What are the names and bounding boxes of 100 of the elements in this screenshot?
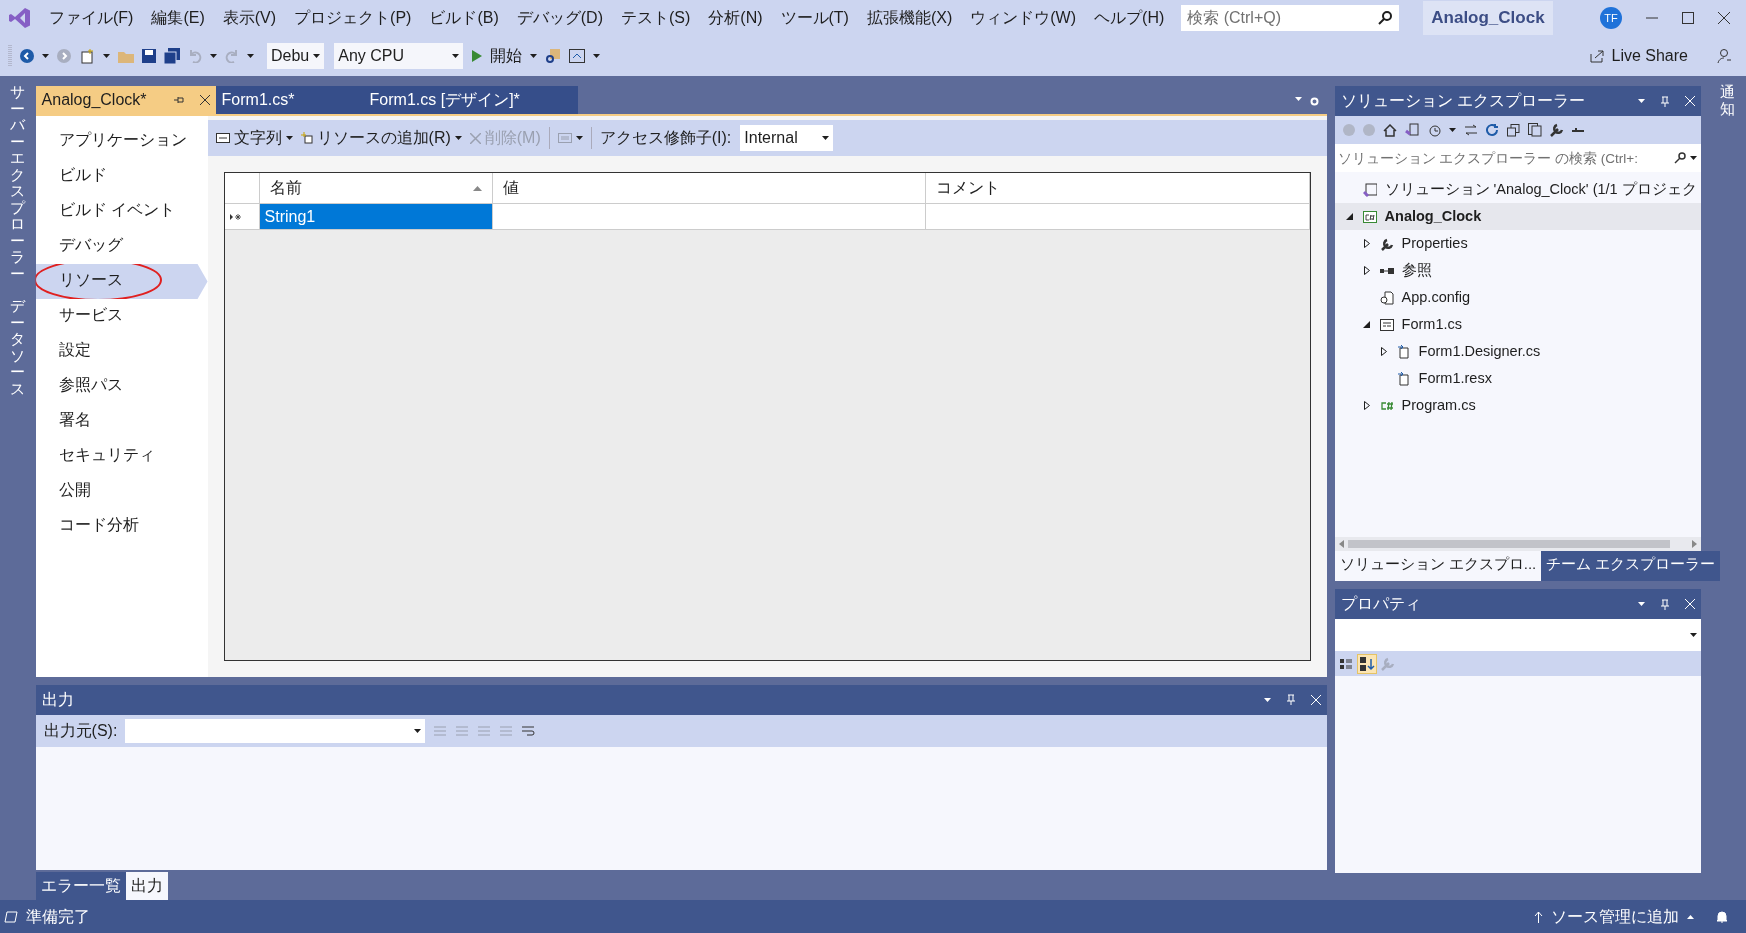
search-field[interactable]: ソリューション エクスプローラー の検索 (Ctrl+: [1334,144,1670,172]
bell-icon[interactable] [1716,909,1728,924]
dropdown-caret-icon[interactable] [42,54,49,58]
nav-item[interactable]: コード分析 [35,509,208,544]
collapse-all-icon[interactable] [1506,123,1520,137]
search-options-button[interactable] [1669,144,1701,172]
nav-item[interactable]: ビルド イベント [35,194,208,229]
panel-tab[interactable]: ソリューション エクスプロ... [1334,551,1542,581]
user-avatar[interactable]: TF [1600,7,1622,29]
menu-item[interactable]: テスト(S) [611,6,700,30]
document-tab[interactable]: Form1.cs [デザイン]* [363,86,578,114]
nav-item[interactable]: デバッグ [35,229,208,264]
nav-item[interactable]: セキュリティ [35,439,208,474]
dropdown-caret-icon[interactable] [1263,698,1271,702]
tree-item[interactable]: Properties [1334,230,1701,257]
dropdown-caret-icon[interactable] [313,54,321,58]
table-cell[interactable]: String1 [259,204,493,230]
source-control-button[interactable]: ソース管理に追加 [1534,904,1694,929]
maximize-icon[interactable] [1682,12,1694,24]
dropdown-caret-icon[interactable] [593,54,601,58]
dropdown-caret-icon[interactable] [452,54,460,58]
menu-item[interactable]: ツール(T) [771,6,858,30]
new-item-icon[interactable] [79,48,95,64]
tree-item[interactable]: Analog_Clock [1334,203,1701,230]
save-all-icon[interactable] [164,48,180,64]
expand-triangle-icon[interactable] [1363,401,1370,410]
show-all-files-icon[interactable] [1527,123,1542,137]
nav-item[interactable]: 署名 [35,404,208,439]
dropdown-caret-icon[interactable] [414,729,422,733]
menu-item[interactable]: 表示(V) [213,6,286,30]
nav-item[interactable]: 設定 [35,334,208,369]
bottom-tab[interactable]: エラー一覧 [35,872,126,900]
menu-item[interactable]: デバッグ(D) [507,6,612,30]
panel-tab[interactable]: チーム エクスプローラー [1541,551,1721,581]
tree-item[interactable]: 参照 [1334,257,1701,284]
close-icon[interactable] [199,95,210,105]
platform-dropdown[interactable]: Any CPU [333,42,465,70]
nav-item[interactable]: ビルド [35,159,208,194]
tree-item[interactable]: Form1.resx [1334,365,1701,392]
dropdown-caret-icon[interactable] [103,54,110,58]
gear-icon[interactable] [1309,97,1319,106]
dropdown-caret-icon[interactable] [454,136,462,140]
dropdown-caret-icon[interactable] [1689,633,1697,637]
home-icon[interactable] [1382,123,1397,137]
tree-item[interactable]: Program.cs [1334,392,1701,419]
dropdown-caret-icon[interactable] [285,136,293,140]
word-wrap-icon[interactable] [521,725,536,737]
tree-item[interactable]: Form1.cs [1334,311,1701,338]
column-header[interactable]: コメント [925,173,1310,204]
add-resource-dropdown[interactable]: リソースの追加(R) [300,126,462,150]
column-header[interactable]: 値 [492,173,926,204]
close-icon[interactable] [1718,12,1730,24]
menu-item[interactable]: 拡張機能(X) [857,6,962,30]
window-icon[interactable] [569,49,586,63]
dropdown-caret-icon[interactable] [821,136,829,140]
tree-item[interactable]: App.config [1334,284,1701,311]
view-dropdown[interactable] [557,133,583,143]
wrench-icon[interactable] [1549,123,1564,137]
access-modifier-dropdown[interactable]: Internal [739,124,834,152]
scroll-left-icon[interactable] [1338,540,1344,548]
dropdown-caret-icon[interactable] [1448,128,1456,132]
table-cell[interactable] [492,204,926,230]
menu-item[interactable]: ウィンドウ(W) [961,6,1086,30]
nav-item[interactable]: サービス [35,299,208,334]
categorized-icon[interactable] [1338,656,1353,671]
history-icon[interactable] [1426,123,1441,137]
expand-triangle-icon[interactable] [1363,266,1370,275]
search-field[interactable]: 検索 (Ctrl+Q) [1181,5,1372,31]
side-tab[interactable]: サーバーエクスプローラー [10,84,26,282]
refresh-icon[interactable] [1485,123,1499,137]
dropdown-caret-icon[interactable] [1637,602,1645,606]
dropdown-caret-icon[interactable] [247,54,254,58]
menu-item[interactable]: ファイル(F) [40,6,143,30]
start-button[interactable]: 開始 [472,44,538,68]
bottom-tab[interactable]: 出力 [125,872,168,900]
live-share-button[interactable]: Live Share [1589,44,1688,68]
side-tab[interactable]: 通知 [1719,84,1735,117]
scroll-right-icon[interactable] [1691,540,1697,548]
dropdown-caret-icon[interactable] [530,54,538,58]
nav-item[interactable]: 公開 [35,474,208,509]
document-tab[interactable]: Form1.cs* [215,86,364,114]
nav-item[interactable]: 参照パス [35,369,208,404]
sync-icon[interactable] [1463,124,1478,136]
dropdown-caret-icon[interactable] [575,136,583,140]
save-icon[interactable] [142,49,156,63]
side-tab[interactable]: データソース [10,298,26,397]
dropdown-caret-icon[interactable] [1637,99,1645,103]
menu-item[interactable]: プロジェクト(P) [285,6,421,30]
configuration-dropdown[interactable]: Debu [266,42,326,70]
menu-item[interactable]: ヘルプ(H) [1085,6,1174,30]
alphabetical-icon[interactable] [1356,653,1377,674]
menu-item[interactable]: ビルド(B) [420,6,508,30]
collapse-triangle-icon[interactable] [1346,213,1354,220]
back-icon[interactable] [20,49,34,63]
scrollbar-thumb[interactable] [1347,540,1670,548]
table-cell[interactable] [925,204,1310,230]
tree-item[interactable]: ソリューション 'Analog_Clock' (1/1 プロジェク [1334,176,1701,203]
expand-triangle-icon[interactable] [1363,239,1370,248]
tree-item[interactable]: Form1.Designer.cs [1334,338,1701,365]
string-type-dropdown[interactable]: 文字列 [215,126,293,150]
